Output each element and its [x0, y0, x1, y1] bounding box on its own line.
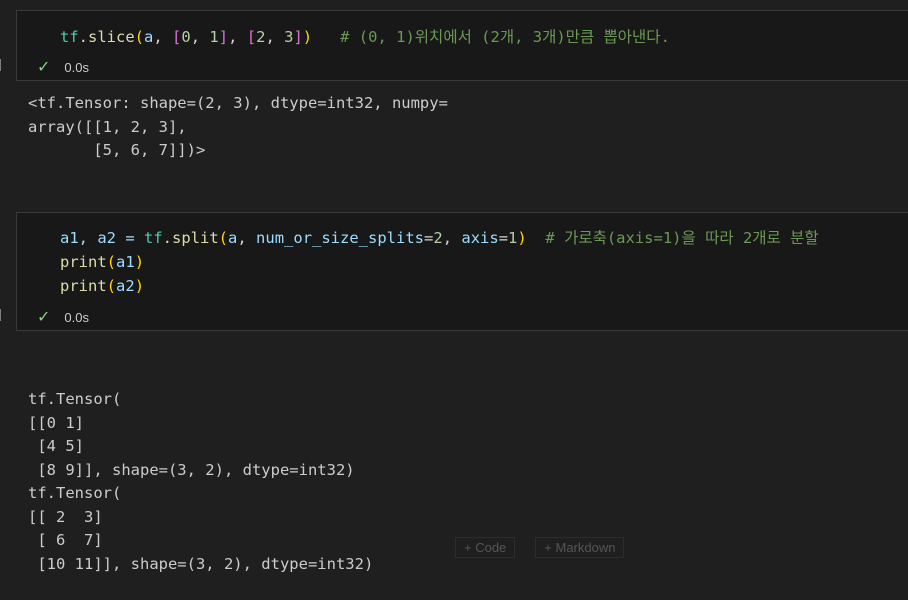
output-line: [8 9]], shape=(3, 2), dtype=int32) — [28, 460, 355, 479]
execution-time: 0.0s — [64, 59, 89, 75]
add-code-cell-button[interactable]: + Code — [455, 537, 516, 558]
code-token: tf — [60, 28, 79, 46]
output-line: <tf.Tensor: shape=(2, 3), dtype=int32, n… — [28, 94, 448, 112]
code-token: print — [60, 253, 107, 271]
code-token: ] — [293, 28, 303, 46]
code-cell-slice[interactable]: tf.slice(a, [0, 1], [2, 3]) # (0, 1)위치에서… — [16, 10, 908, 81]
check-icon: ✓ — [37, 59, 51, 76]
output-line: array([[1, 2, 3], — [28, 117, 187, 136]
output-line: [4 5] — [28, 437, 84, 455]
code-token: [ — [172, 28, 182, 46]
execution-count: ] — [0, 58, 4, 73]
code-token: [ — [246, 28, 257, 46]
code-editor[interactable]: a1, a2 = tf.split(a, num_or_size_splits=… — [60, 226, 819, 298]
code-token: tf — [144, 229, 163, 247]
code-token: axis — [461, 229, 499, 247]
code-token: 0 — [181, 28, 191, 46]
add-cell-bar: + Code + Markdown — [455, 537, 625, 558]
code-token: ] — [218, 28, 229, 46]
execution-time: 0.0s — [64, 309, 89, 325]
code-comment: # 가로축(axis=1)을 따라 2개로 분할 — [545, 229, 819, 247]
code-token: a1, a2 = — [60, 229, 144, 247]
code-token: a — [228, 229, 238, 247]
output-line: [ 6 7] — [28, 531, 103, 549]
cell-output: tf.Tensor( [[0 1] [4 5] [8 9]], shape=(3,… — [28, 341, 373, 600]
code-token: a — [144, 28, 154, 46]
code-token: 2 — [433, 229, 443, 247]
code-token: .split — [162, 229, 219, 247]
code-token: print — [60, 277, 107, 295]
code-token: 1 — [209, 28, 219, 46]
code-token: num_or_size_splits — [256, 229, 425, 247]
output-line: [5, 6, 7]])> — [28, 141, 206, 159]
execution-count: ] — [0, 308, 4, 323]
output-line: [[ 2 3] — [28, 507, 103, 526]
execution-status: ✓ 0.0s — [37, 307, 89, 327]
add-markdown-cell-button[interactable]: + Markdown — [535, 537, 625, 558]
cell-output: <tf.Tensor: shape=(2, 3), dtype=int32, n… — [28, 92, 448, 163]
code-editor[interactable]: tf.slice(a, [0, 1], [2, 3]) # (0, 1)위치에서… — [60, 25, 670, 49]
output-line: tf.Tensor( — [28, 390, 122, 408]
code-token: 1 — [508, 229, 518, 247]
check-icon: ✓ — [37, 309, 51, 326]
output-line: tf.Tensor( — [28, 484, 122, 502]
code-token: .slice — [78, 28, 135, 46]
output-line: [[0 1] — [28, 413, 84, 432]
code-cell-split[interactable]: a1, a2 = tf.split(a, num_or_size_splits=… — [16, 212, 908, 331]
execution-status: ✓ 0.0s — [37, 57, 89, 77]
code-token: a2 — [116, 277, 135, 295]
code-token: a1 — [116, 253, 135, 271]
code-comment: # (0, 1)위치에서 (2개, 3개)만큼 뽑아낸다. — [340, 28, 670, 46]
output-line: [10 11]], shape=(3, 2), dtype=int32) — [28, 554, 374, 573]
